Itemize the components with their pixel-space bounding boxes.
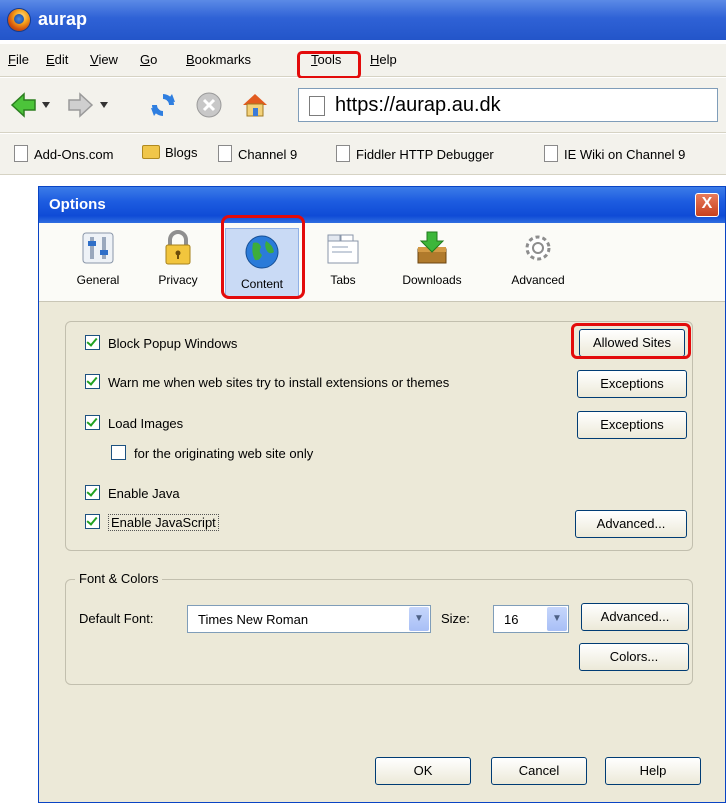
firefox-logo-icon — [8, 9, 30, 31]
load-images-checkbox[interactable]: Load Images — [85, 415, 183, 431]
pane-advanced[interactable]: Advanced — [497, 229, 579, 287]
exceptions-button-extensions[interactable]: Exceptions — [577, 370, 687, 398]
checkbox-checked[interactable] — [85, 485, 100, 500]
bookmark-channel-9[interactable]: Channel 9 — [218, 145, 297, 162]
size-label: Size: — [441, 611, 470, 626]
pane-downloads-label: Downloads — [402, 273, 462, 287]
pane-privacy-label: Privacy — [158, 273, 198, 287]
download-arrow-icon — [413, 229, 451, 267]
colors-button[interactable]: Colors... — [579, 643, 689, 671]
bookmark-fiddler[interactable]: Fiddler HTTP Debugger — [336, 145, 494, 162]
fonts-colors-legend: Font & Colors — [75, 571, 163, 586]
load-images-label: Load Images — [108, 416, 184, 431]
default-font-select[interactable]: Times New Roman ▼ — [187, 605, 431, 633]
navigation-toolbar: https://aurap.au.dk — [0, 78, 726, 133]
tabs-icon — [324, 229, 362, 267]
pane-tabs-label: Tabs — [330, 273, 356, 287]
font-size-select[interactable]: 16 ▼ — [493, 605, 569, 633]
bookmark-add-ons[interactable]: Add-Ons.com — [14, 145, 113, 162]
font-advanced-button[interactable]: Advanced... — [581, 603, 689, 631]
general-switch-icon — [79, 229, 117, 267]
help-button[interactable]: Help — [605, 757, 701, 785]
bookmark-label: Blogs — [165, 145, 198, 160]
bookmark-label: Add-Ons.com — [34, 147, 114, 162]
page-icon — [218, 145, 232, 162]
home-icon[interactable] — [240, 90, 270, 120]
bookmark-label: Fiddler HTTP Debugger — [356, 147, 494, 162]
options-dialog: Options X General Privacy Content Tabs D… — [38, 186, 726, 803]
pane-selector: General Privacy Content Tabs Downloads A… — [39, 223, 725, 302]
stop-icon[interactable] — [194, 90, 224, 120]
folder-icon — [142, 145, 160, 159]
warn-extensions-label: Warn me when web sites try to install ex… — [108, 375, 450, 390]
tools-menu-highlight — [297, 51, 361, 79]
bookmark-blogs[interactable]: Blogs — [142, 145, 198, 160]
forward-arrow-icon[interactable] — [66, 90, 96, 120]
menu-bar: File Edit View Go Bookmarks Tools Help — [0, 44, 726, 77]
page-icon — [309, 96, 325, 116]
enable-javascript-label: Enable JavaScript — [108, 514, 219, 531]
back-dropdown-icon[interactable] — [42, 102, 50, 108]
gear-icon — [519, 229, 557, 267]
chevron-down-icon[interactable]: ▼ — [409, 607, 429, 631]
page-icon — [14, 145, 28, 162]
cancel-button[interactable]: Cancel — [491, 757, 587, 785]
originating-site-label: for the originating web site only — [134, 446, 314, 461]
menu-file[interactable]: File — [8, 52, 29, 67]
dialog-title: Options — [49, 196, 106, 213]
block-popups-checkbox[interactable]: Block Popup Windows — [85, 335, 237, 351]
checkbox-unchecked[interactable] — [111, 445, 126, 460]
menu-edit[interactable]: Edit — [46, 52, 68, 67]
menu-bookmarks[interactable]: Bookmarks — [186, 52, 251, 67]
checkbox-checked[interactable] — [85, 335, 100, 350]
browser-title-bar: aurap — [0, 0, 726, 40]
page-icon — [544, 145, 558, 162]
enable-javascript-checkbox[interactable]: Enable JavaScript — [85, 514, 219, 531]
window-title: aurap — [38, 9, 88, 29]
bookmark-label: Channel 9 — [238, 147, 298, 162]
default-font-label: Default Font: — [79, 611, 154, 626]
pane-advanced-label: Advanced — [511, 273, 565, 287]
content-pane-highlight — [221, 215, 305, 299]
chevron-down-icon[interactable]: ▼ — [547, 607, 567, 631]
default-font-value: Times New Roman — [198, 612, 309, 627]
enable-java-label: Enable Java — [108, 486, 180, 501]
pane-general[interactable]: General — [67, 229, 129, 287]
page-icon — [336, 145, 350, 162]
checkbox-checked[interactable] — [85, 374, 100, 389]
checkbox-checked[interactable] — [85, 415, 100, 430]
padlock-icon — [159, 229, 197, 267]
allowed-sites-highlight — [571, 323, 691, 359]
bookmark-label: IE Wiki on Channel 9 — [564, 147, 686, 162]
bookmark-ie-wiki[interactable]: IE Wiki on Channel 9 — [544, 145, 685, 162]
menu-go[interactable]: Go — [140, 52, 157, 67]
pane-tabs[interactable]: Tabs — [317, 229, 369, 287]
dialog-title-bar: Options X — [39, 187, 725, 223]
originating-site-checkbox[interactable]: for the originating web site only — [111, 445, 313, 461]
bookmarks-toolbar: Add-Ons.com Blogs Channel 9 Fiddler HTTP… — [0, 134, 726, 175]
pane-privacy[interactable]: Privacy — [147, 229, 209, 287]
block-popups-label: Block Popup Windows — [108, 336, 238, 351]
checkbox-checked[interactable] — [85, 514, 100, 529]
forward-dropdown-icon[interactable] — [100, 102, 108, 108]
reload-icon[interactable] — [148, 90, 178, 120]
menu-view[interactable]: View — [90, 52, 118, 67]
javascript-advanced-button[interactable]: Advanced... — [575, 510, 687, 538]
back-arrow-icon[interactable] — [8, 90, 38, 120]
address-text[interactable]: https://aurap.au.dk — [335, 94, 501, 117]
menu-help[interactable]: Help — [370, 52, 397, 67]
font-size-value: 16 — [504, 612, 519, 627]
close-button[interactable]: X — [695, 193, 719, 217]
warn-extensions-checkbox[interactable]: Warn me when web sites try to install ex… — [85, 374, 449, 390]
pane-general-label: General — [76, 273, 120, 287]
address-bar[interactable]: https://aurap.au.dk — [298, 88, 718, 122]
pane-downloads[interactable]: Downloads — [391, 229, 473, 287]
ok-button[interactable]: OK — [375, 757, 471, 785]
enable-java-checkbox[interactable]: Enable Java — [85, 485, 180, 501]
exceptions-button-images[interactable]: Exceptions — [577, 411, 687, 439]
